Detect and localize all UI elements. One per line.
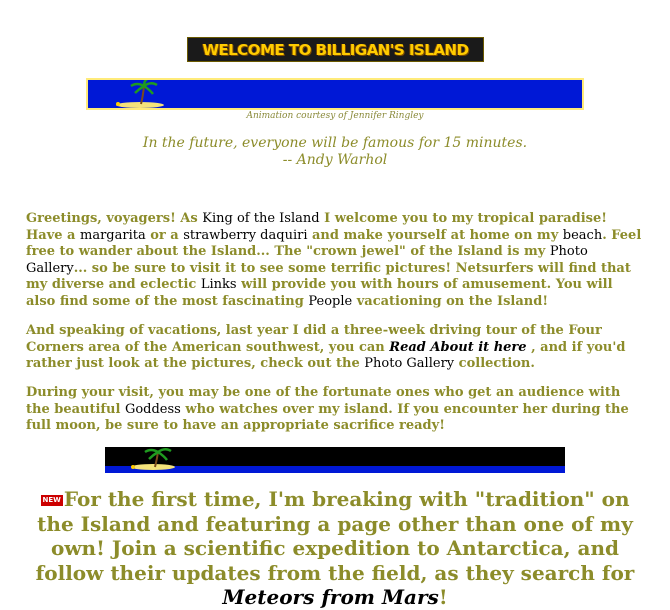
link-read-about-it[interactable]: Read About it here (389, 340, 526, 355)
palm-island-icon (88, 80, 582, 108)
link-margarita[interactable]: margarita (80, 228, 146, 243)
greeting-text: vacationing on the Island! (352, 293, 549, 309)
island-animation-banner (86, 78, 584, 110)
greeting-paragraph: Greetings, voyagers! As King of the Isla… (26, 211, 644, 310)
greeting-text: and make yourself at home on my (307, 227, 563, 243)
greeting-text: Greetings, voyagers! As (26, 211, 203, 226)
animation-credit: Animation courtesy of Jennifer Ringley (246, 111, 424, 121)
quote-text: In the future, everyone will be famous f… (142, 135, 528, 151)
banner-title: WELCOME TO BILLIGAN'S ISLAND (202, 40, 469, 59)
island-divider-animation (105, 447, 565, 473)
link-meteors-from-mars[interactable]: Meteors from Mars (222, 585, 438, 609)
vacation-paragraph: And speaking of vacations, last year I d… (26, 323, 644, 373)
greeting-text: or a (145, 227, 184, 243)
welcome-banner: WELCOME TO BILLIGAN'S ISLAND (187, 37, 484, 62)
link-links[interactable]: Links (201, 277, 237, 292)
link-king-of-island[interactable]: King of the Island (202, 211, 319, 226)
link-strawberry-daquiri[interactable]: strawberry daquiri (183, 228, 307, 243)
link-beach[interactable]: beach (563, 228, 602, 243)
quote-author: -- Andy Warhol (282, 152, 388, 168)
link-goddess[interactable]: Goddess (125, 402, 181, 417)
link-photo-gallery-collection[interactable]: Photo Gallery (364, 356, 454, 371)
antarctica-announcement: NEW For the first time, I'm breaking with… (30, 487, 640, 610)
warhol-quote: In the future, everyone will be famous f… (0, 135, 670, 169)
new-badge-icon: NEW (40, 495, 63, 506)
link-people[interactable]: People (308, 294, 352, 309)
announcement-text: ! (438, 585, 448, 609)
palm-island-icon (105, 447, 565, 473)
announcement-text: For the first time, I'm breaking with "t… (35, 487, 635, 585)
goddess-paragraph: During your visit, you may be one of the… (26, 385, 644, 435)
vacation-text: collection. (454, 356, 535, 371)
